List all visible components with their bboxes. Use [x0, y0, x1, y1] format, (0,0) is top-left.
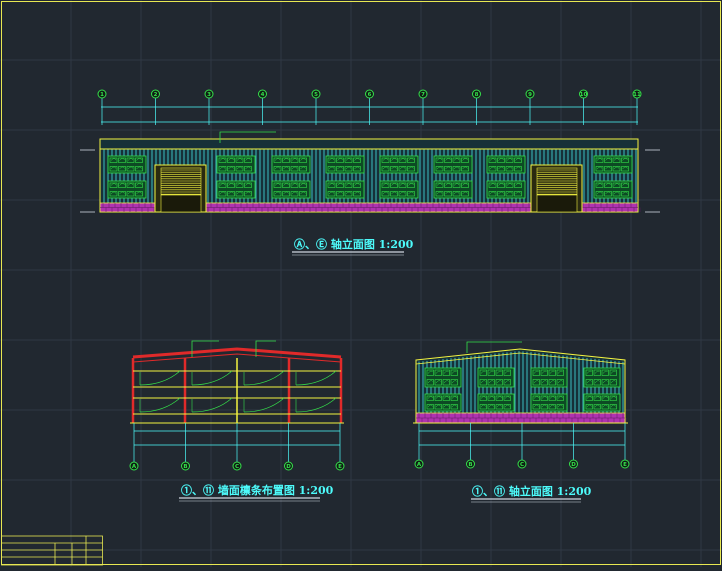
purlin-leader-1 [191, 340, 219, 357]
background-grid [0, 0, 722, 567]
purlin-leader-2 [255, 340, 276, 357]
svg-text:①、⑪ 轴立面图 1:200: ①、⑪ 轴立面图 1:200 [472, 484, 592, 498]
purlin-axis-label: A [132, 464, 137, 470]
main-axis-label: 11 [633, 92, 641, 98]
purlin-axis-label: E [338, 464, 342, 470]
purlin-axis-label: B [183, 464, 187, 470]
side-axis-label: A [417, 462, 422, 468]
side-axis-bubbles: A B C D E [414, 423, 630, 469]
purlin-columns [131, 358, 343, 423]
svg-text:①、⑪ 墙面檩条布置图 1:200: ①、⑪ 墙面檩条布置图 1:200 [181, 483, 334, 497]
side-axis-label: C [520, 462, 524, 468]
purlin-roof-frame [132, 347, 342, 359]
main-axis-label: 8 [475, 92, 479, 98]
main-axis-label: 1 [100, 92, 104, 98]
main-axis-label: 5 [314, 92, 318, 98]
main-door-right [530, 164, 583, 213]
svg-text:Ⓐ、Ⓔ 轴立面图 1:200: Ⓐ、Ⓔ 轴立面图 1:200 [294, 237, 414, 251]
purlin-axis-label: D [286, 464, 291, 470]
main-axis-label: 9 [528, 92, 532, 98]
side-axis-label: E [623, 462, 627, 468]
side-elevation[interactable]: A B C D E ①、⑪ 轴立面图 1:200 [413, 341, 630, 503]
wall-purlin-plan[interactable]: A B C D E ①、⑪ 墙面檩条布置图 1:200 [129, 340, 345, 502]
main-axis-label: 6 [368, 92, 372, 98]
purlin-axis-bubbles: A B C D E [129, 423, 345, 471]
main-elevation[interactable]: 1 2 3 4 5 6 7 8 9 10 11 Ⓐ、Ⓔ 轴立面图 1:200 [80, 89, 660, 256]
main-axis-label: 10 [580, 92, 588, 98]
side-title: ①、⑪ 轴立面图 1:200 [471, 484, 592, 503]
side-axis-label: D [571, 462, 576, 468]
main-axis-label: 4 [261, 92, 265, 98]
side-axis-label: B [468, 462, 472, 468]
main-door-left [154, 164, 207, 213]
main-elevation-title: Ⓐ、Ⓔ 轴立面图 1:200 [292, 237, 414, 256]
main-axis-label: 7 [421, 92, 425, 98]
main-axis-label: 2 [154, 92, 158, 98]
main-axis-label: 3 [207, 92, 211, 98]
purlin-title: ①、⑪ 墙面檩条布置图 1:200 [179, 483, 334, 502]
main-axis-bubbles: 1 2 3 4 5 6 7 8 9 10 11 [97, 89, 642, 125]
cad-drawing-canvas[interactable]: 1 2 3 4 5 6 7 8 9 10 11 Ⓐ、Ⓔ 轴立面图 1:200 A… [0, 0, 722, 567]
purlin-axis-label: C [235, 464, 239, 470]
drawing-sheet: 1 2 3 4 5 6 7 8 9 10 11 Ⓐ、Ⓔ 轴立面图 1:200 A… [0, 0, 722, 567]
